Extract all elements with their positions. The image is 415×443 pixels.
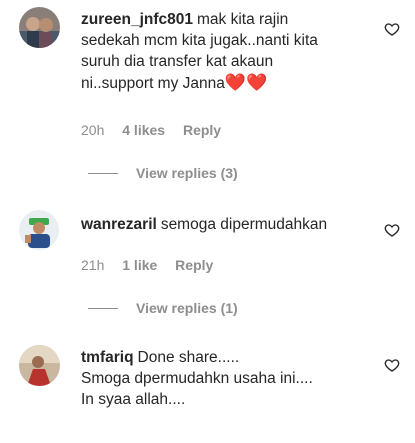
comment-username[interactable]: wanrezaril	[81, 216, 157, 233]
comment-text: tmfariq Done share..... Smoga dpermudahkn…	[81, 347, 381, 410]
comment-text: wanrezaril semoga dipermudahkan	[81, 214, 381, 235]
comment-text: zureen_jnfc801 mak kita rajin sedekah mcm…	[81, 9, 381, 94]
avatar[interactable]	[19, 345, 60, 386]
comment-line: suruh dia transfer kat akaun	[81, 53, 274, 70]
view-replies-label: View replies (3)	[136, 165, 238, 181]
comment-line: sedekah mcm kita jugak..nanti kita	[81, 32, 318, 49]
comment-line: Smoga dpermudahkn usaha ini....	[81, 370, 313, 387]
reply-button[interactable]: Reply	[183, 122, 221, 138]
reply-button[interactable]: Reply	[175, 257, 213, 273]
divider-line	[88, 307, 118, 309]
comment-line: In syaa allah....	[81, 391, 186, 408]
view-replies-button[interactable]: View replies (3)	[88, 165, 238, 181]
like-heart-icon[interactable]	[384, 222, 400, 238]
avatar[interactable]	[19, 210, 60, 251]
comment-line: ni..support my Janna	[81, 75, 225, 92]
like-heart-icon[interactable]	[384, 21, 400, 37]
comment-meta: 20h 4 likes Reply	[81, 122, 235, 138]
avatar[interactable]	[19, 7, 60, 48]
like-count[interactable]: 1 like	[122, 257, 157, 273]
comment-meta: 21h 1 like Reply	[81, 257, 227, 273]
divider-line	[88, 172, 118, 174]
comment-time: 20h	[81, 122, 105, 138]
like-heart-icon[interactable]	[384, 357, 400, 373]
view-replies-label: View replies (1)	[136, 300, 238, 316]
comment-time: 21h	[81, 257, 105, 273]
comment-line: semoga dipermudahkan	[160, 216, 328, 233]
comment-line: Done share.....	[137, 349, 240, 366]
comment-line: mak kita rajin	[197, 11, 289, 28]
heart-emoji: ❤️❤️	[224, 73, 268, 92]
comment-username[interactable]: tmfariq	[81, 349, 134, 366]
like-count[interactable]: 4 likes	[122, 122, 165, 138]
view-replies-button[interactable]: View replies (1)	[88, 300, 238, 316]
comment-username[interactable]: zureen_jnfc801	[81, 11, 193, 28]
